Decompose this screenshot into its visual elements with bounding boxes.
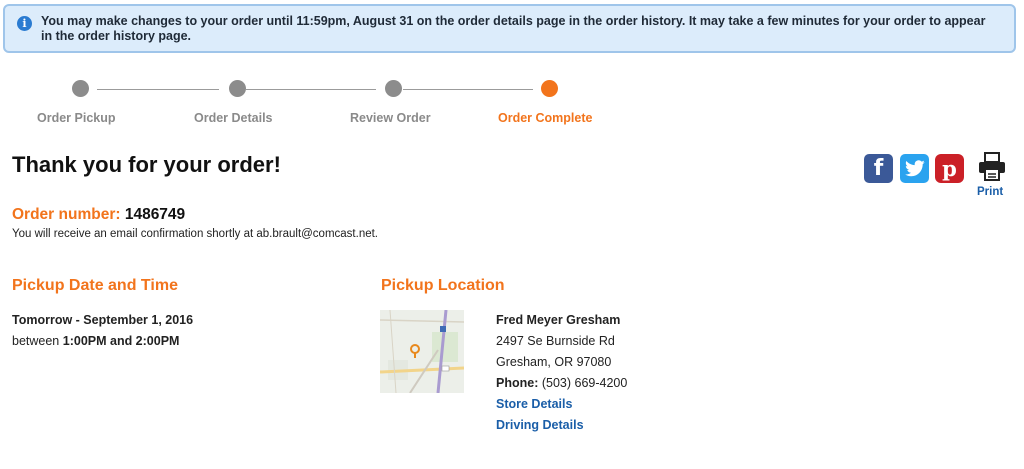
pinterest-icon[interactable]: p — [935, 154, 964, 183]
pickup-location-heading: Pickup Location — [381, 277, 505, 294]
driving-details-link[interactable]: Driving Details — [496, 418, 584, 432]
store-phone: Phone: (503) 669-4200 — [496, 376, 627, 390]
facebook-icon[interactable]: f — [864, 154, 893, 183]
step-label-review-order: Review Order — [350, 111, 431, 125]
checkout-progress-stepper: Order Pickup Order Details Review Order … — [0, 78, 640, 128]
store-phone-label: Phone: — [496, 376, 539, 390]
step-dot-order-complete — [541, 80, 558, 97]
info-icon: i — [17, 16, 32, 31]
order-number: Order number: 1486749 — [12, 206, 185, 224]
notice-text: You may make changes to your order until… — [41, 14, 986, 43]
store-map-thumbnail[interactable] — [380, 310, 464, 393]
store-name: Fred Meyer Gresham — [496, 313, 621, 327]
store-phone-number: (503) 669-4200 — [541, 376, 628, 390]
pickup-time-prefix: between — [12, 334, 60, 348]
step-connector — [403, 89, 533, 90]
step-connector — [246, 89, 376, 90]
twitter-bird-glyph — [904, 160, 925, 177]
page-title: Thank you for your order! — [12, 152, 281, 177]
order-number-value: 1486749 — [124, 206, 186, 223]
store-city: Gresham, OR 97080 — [496, 355, 612, 369]
pickup-date: Tomorrow - September 1, 2016 — [12, 313, 194, 327]
print-link[interactable]: Print — [977, 186, 1003, 198]
printer-icon[interactable] — [977, 152, 1007, 182]
step-dot-order-pickup — [72, 80, 89, 97]
step-label-order-pickup: Order Pickup — [37, 111, 116, 125]
email-confirmation-note: You will receive an email confirmation s… — [12, 228, 379, 240]
step-dot-order-details — [229, 80, 246, 97]
order-change-notice: i You may make changes to your order unt… — [3, 4, 1016, 53]
pickup-time-window: between 1:00PM and 2:00PM — [12, 334, 179, 348]
step-connector — [97, 89, 219, 90]
map-graphic — [380, 310, 464, 393]
step-label-order-details: Order Details — [194, 111, 273, 125]
step-dot-review-order — [385, 80, 402, 97]
twitter-icon[interactable] — [900, 154, 929, 183]
step-label-order-complete: Order Complete — [498, 111, 593, 125]
store-street: 2497 Se Burnside Rd — [496, 334, 615, 348]
pickup-time-range: 1:00PM and 2:00PM — [62, 334, 180, 348]
store-details-link[interactable]: Store Details — [496, 397, 572, 411]
pickup-date-heading: Pickup Date and Time — [12, 277, 178, 294]
order-number-label: Order number: — [12, 206, 121, 223]
